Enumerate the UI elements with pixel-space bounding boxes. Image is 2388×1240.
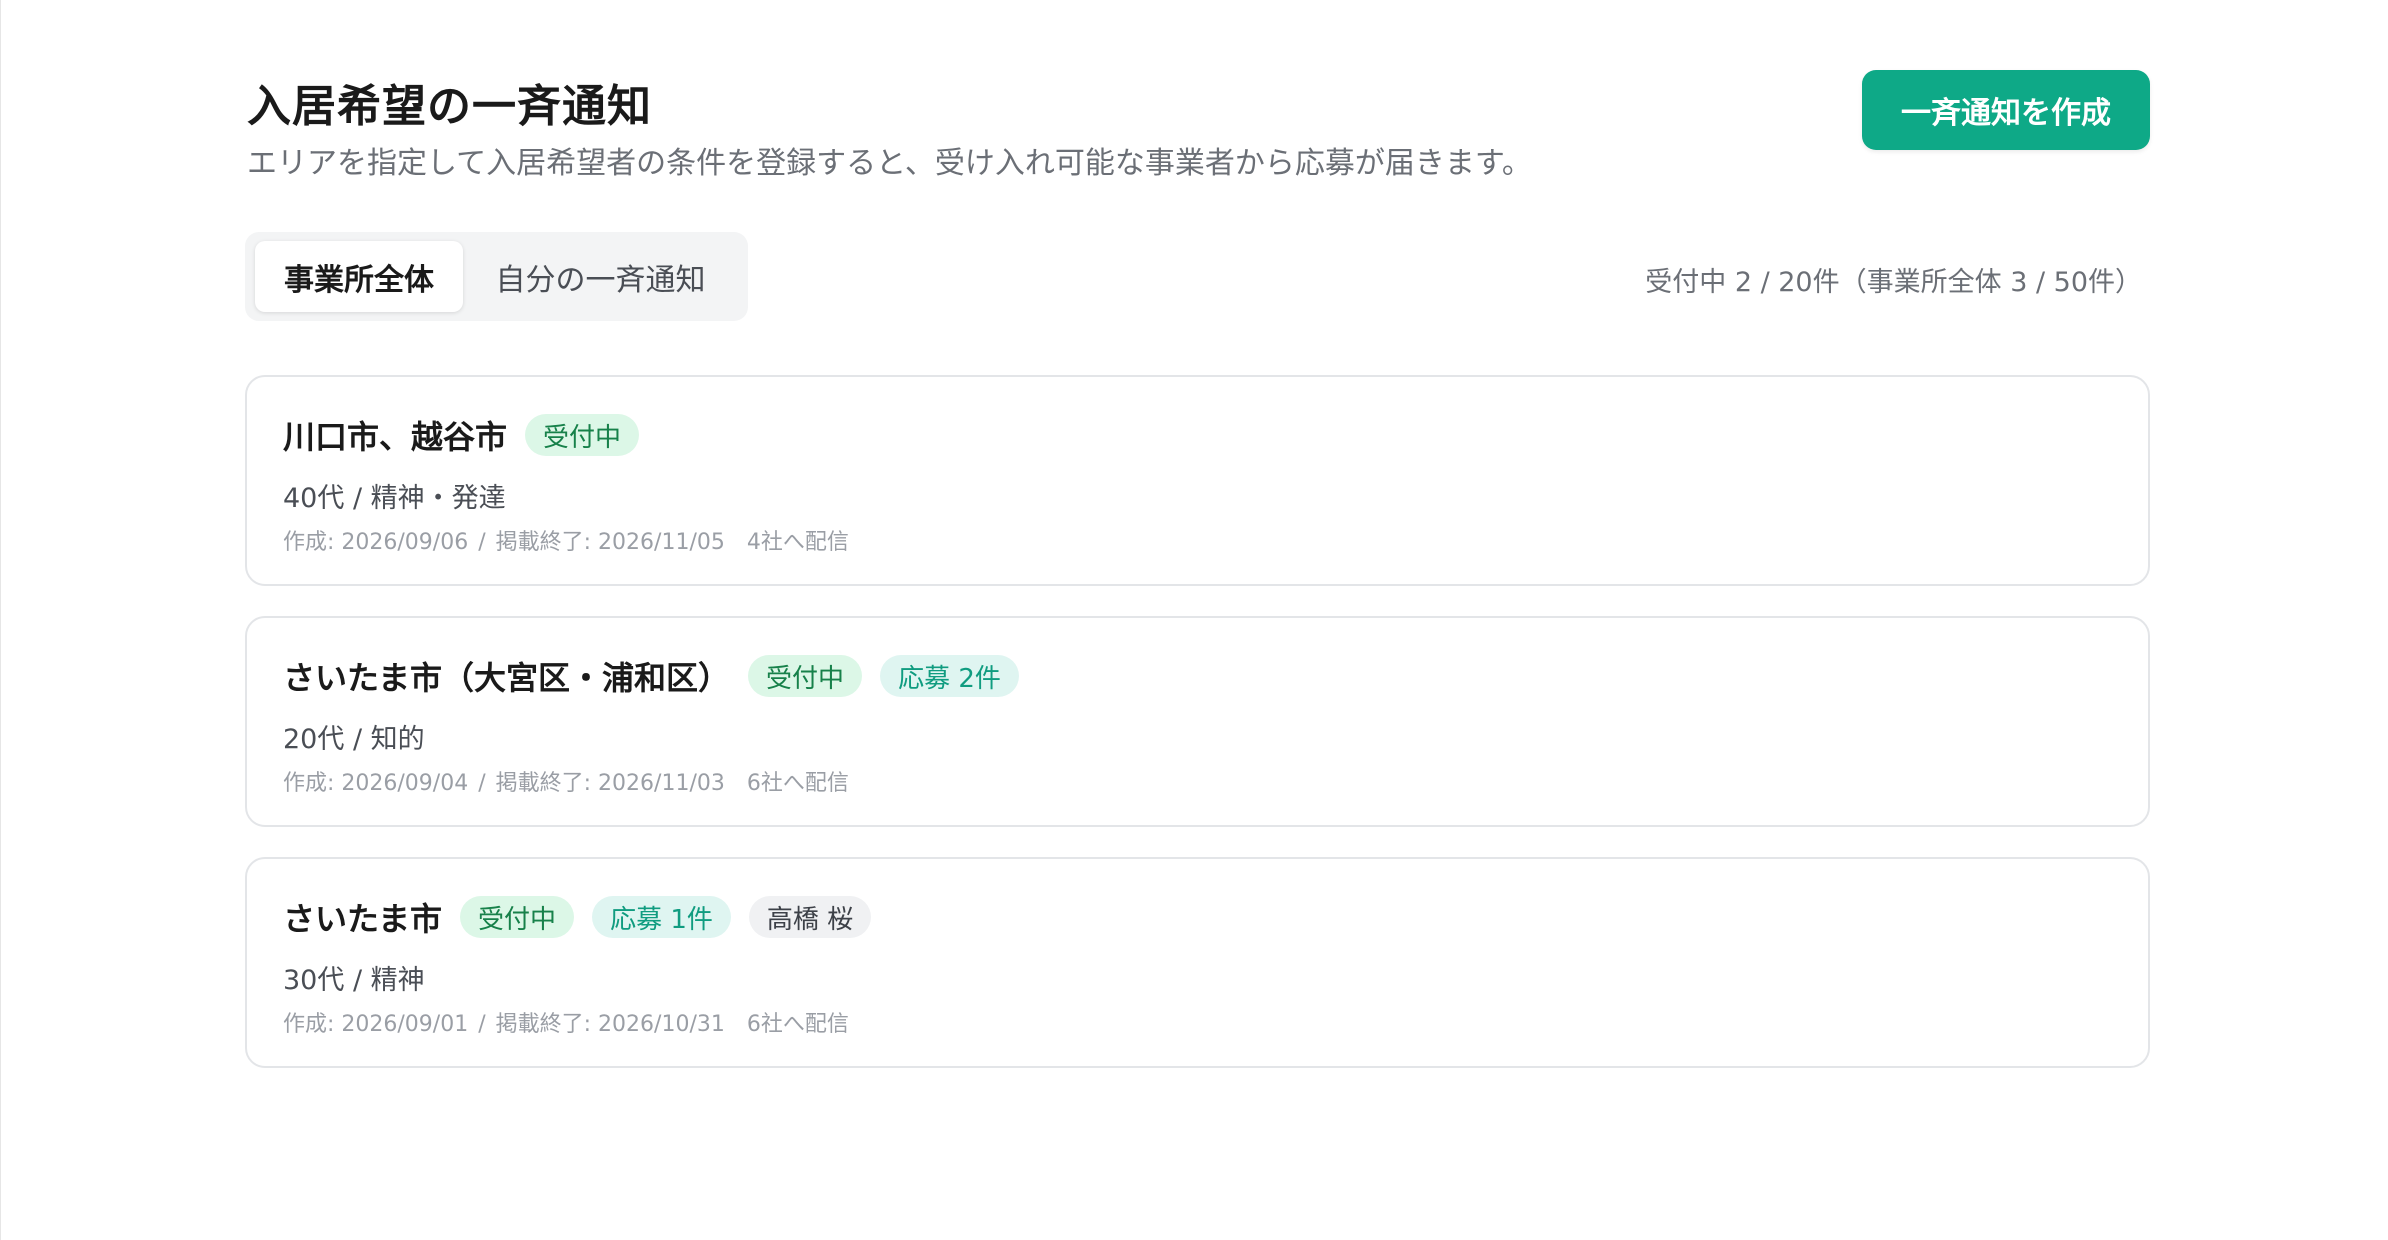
owner-badge: 高橋 桜 [748,896,872,938]
card-conditions: 20代 / 知的 [283,724,425,755]
end-date: 掲載終了: 2026/11/03 [495,771,725,796]
main-content: 入居希望の一斉通知 エリアを指定して入居希望者の条件を登録すると、受け入れ可能な… [245,0,2150,1068]
filter-toolbar: 事業所全体 自分の一斉通知 受付中 2 / 20件（事業所全体 3 / 50件） [245,232,2150,322]
card-header: さいたま市 受付中 応募 1件 高橋 桜 [283,895,889,939]
status-badge: 受付中 [748,655,863,697]
status-badge: 受付中 [525,414,640,456]
broadcast-card[interactable]: さいたま市 受付中 応募 1件 高橋 桜 30代 / 精神 作成: 2026/0… [245,857,2150,1068]
window-left-border [0,0,1,1240]
delivered-count: 6社へ配信 [746,1012,849,1037]
count-summary: 受付中 2 / 20件（事業所全体 3 / 50件） [1645,267,2142,298]
tab-my-broadcasts[interactable]: 自分の一斉通知 [463,241,738,312]
card-dates: 作成: 2026/09/04 / 掲載終了: 2026/11/03 6社へ配信 [283,765,849,797]
page-subtitle: エリアを指定して入居希望者の条件を登録すると、受け入れ可能な事業者から応募が届き… [247,146,1532,181]
delivered-count: 6社へ配信 [746,771,849,796]
card-dates: 作成: 2026/09/06 / 掲載終了: 2026/11/05 4社へ配信 [283,524,849,556]
card-header: 川口市、越谷市 受付中 [283,413,657,457]
page-header: 入居希望の一斉通知 エリアを指定して入居希望者の条件を登録すると、受け入れ可能な… [245,0,2150,200]
create-broadcast-button[interactable]: 一斉通知を作成 [1862,70,2150,150]
created-date: 作成: 2026/09/04 [283,771,469,796]
date-separator: / [478,771,486,796]
card-header: さいたま市（大宮区・浦和区） 受付中 応募 2件 [283,654,1037,698]
status-badge: 受付中 [460,896,575,938]
card-conditions: 30代 / 精神 [283,965,425,996]
date-separator: / [478,1012,486,1037]
delivered-count: 4社へ配信 [746,530,849,555]
page-title: 入居希望の一斉通知 [247,81,652,132]
created-date: 作成: 2026/09/01 [283,1012,469,1037]
card-title: さいたま市（大宮区・浦和区） [283,659,731,697]
card-conditions: 40代 / 精神・発達 [283,483,506,514]
tab-whole-office[interactable]: 事業所全体 [255,241,463,312]
application-count-badge: 応募 2件 [880,655,1019,697]
broadcast-list: 川口市、越谷市 受付中 40代 / 精神・発達 作成: 2026/09/06 / 掲… [245,375,2150,1098]
created-date: 作成: 2026/09/06 [283,530,469,555]
end-date: 掲載終了: 2026/11/05 [495,530,725,555]
application-count-badge: 応募 1件 [592,896,731,938]
card-dates: 作成: 2026/09/01 / 掲載終了: 2026/10/31 6社へ配信 [283,1006,849,1038]
scope-tabs: 事業所全体 自分の一斉通知 [245,232,748,321]
end-date: 掲載終了: 2026/10/31 [495,1012,725,1037]
broadcast-card[interactable]: 川口市、越谷市 受付中 40代 / 精神・発達 作成: 2026/09/06 / 掲… [245,375,2150,586]
date-separator: / [478,530,486,555]
card-title: さいたま市 [283,900,443,938]
card-title: 川口市、越谷市 [283,418,508,456]
broadcast-card[interactable]: さいたま市（大宮区・浦和区） 受付中 応募 2件 20代 / 知的 作成: 20… [245,616,2150,827]
